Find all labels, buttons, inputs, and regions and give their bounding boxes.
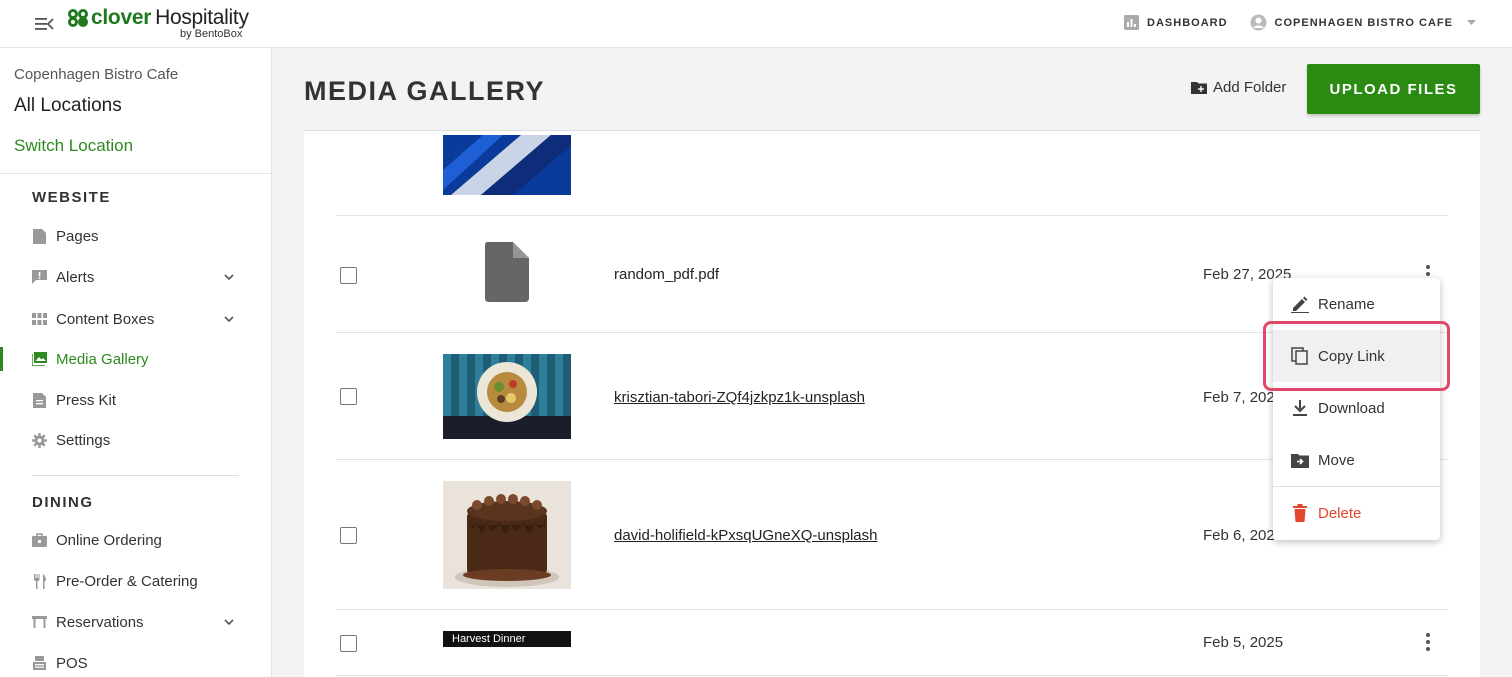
trash-icon xyxy=(1291,504,1309,522)
sidebar-item-settings[interactable]: Settings xyxy=(0,422,271,458)
sidebar-item-label: Content Boxes xyxy=(56,310,155,328)
dashboard-label: DASHBOARD xyxy=(1147,16,1228,29)
divider xyxy=(32,475,239,476)
bar-chart-icon xyxy=(1124,15,1140,30)
brand-logo[interactable]: clover Hospitality by BentoBox xyxy=(67,6,249,42)
location-scope: All Locations xyxy=(14,95,122,116)
menu-item-delete[interactable]: Delete xyxy=(1273,487,1440,539)
menu-item-download[interactable]: Download xyxy=(1273,382,1440,434)
file-date: Feb 7, 2025 xyxy=(1203,389,1284,406)
row-checkbox[interactable] xyxy=(340,635,357,652)
file-date: Feb 5, 2025 xyxy=(1203,634,1284,651)
file-row[interactable] xyxy=(336,131,1448,216)
menu-item-label: Delete xyxy=(1318,504,1362,522)
file-context-menu: Rename Copy Link Download Move Delete xyxy=(1273,278,1440,540)
menu-item-label: Download xyxy=(1318,399,1385,417)
upload-files-button[interactable]: UPLOAD FILES xyxy=(1307,64,1480,114)
sidebar-item-label: Alerts xyxy=(56,268,95,286)
sidebar-item-pages[interactable]: Pages xyxy=(0,218,271,254)
avatar-icon xyxy=(1250,14,1267,31)
clover-icon xyxy=(68,9,88,27)
download-icon xyxy=(1291,399,1309,417)
sidebar-item-label: Online Ordering xyxy=(56,531,162,549)
section-title-dining: DINING xyxy=(32,494,94,511)
page-title: MEDIA GALLERY xyxy=(304,76,545,106)
account-menu[interactable]: COPENHAGEN BISTRO CAFE xyxy=(1250,14,1476,31)
sidebar-item-reservations[interactable]: Reservations xyxy=(0,604,271,640)
sidebar-item-label: Settings xyxy=(56,431,111,449)
menu-item-rename[interactable]: Rename xyxy=(1273,278,1440,330)
sidebar-item-label: Press Kit xyxy=(56,391,117,409)
page-icon xyxy=(32,228,47,244)
folder-plus-icon xyxy=(1191,82,1207,94)
file-thumbnail[interactable] xyxy=(443,481,571,589)
add-folder-label: Add Folder xyxy=(1213,79,1287,96)
sidebar-item-online-ordering[interactable]: Online Ordering xyxy=(0,522,271,558)
sidebar-item-label: Pages xyxy=(56,227,99,245)
file-thumbnail[interactable]: Harvest Dinner xyxy=(443,631,571,647)
sidebar-item-press-kit[interactable]: Press Kit xyxy=(0,382,271,418)
more-options-icon[interactable] xyxy=(1418,632,1438,652)
menu-item-label: Move xyxy=(1318,451,1355,469)
file-icon[interactable] xyxy=(443,242,571,302)
sidebar-item-alerts[interactable]: Alerts xyxy=(0,259,271,295)
section-title-website: WEBSITE xyxy=(32,189,111,206)
pencil-icon xyxy=(1291,295,1309,313)
file-name-link[interactable]: krisztian-tabori-ZQf4jzkpz1k-unsplash xyxy=(614,389,865,406)
utensils-icon xyxy=(32,573,47,589)
chevron-down-icon xyxy=(224,619,234,626)
divider xyxy=(0,173,271,174)
brand-name: clover xyxy=(91,6,152,29)
chevron-down-icon xyxy=(224,274,234,281)
caret-down-icon xyxy=(1467,20,1476,25)
row-checkbox[interactable] xyxy=(340,388,357,405)
grid-icon xyxy=(32,312,47,327)
sidebar: Copenhagen Bistro Cafe All Locations Swi… xyxy=(0,48,272,677)
sidebar-item-label: Pre-Order & Catering xyxy=(56,572,198,590)
add-folder-button[interactable]: Add Folder xyxy=(1191,79,1286,96)
brand-suffix: Hospitality xyxy=(155,6,249,29)
file-name-link[interactable]: david-holifield-kPxsqUGneXQ-unsplash xyxy=(614,527,877,544)
table-icon xyxy=(32,615,47,630)
file-date: Feb 6, 2025 xyxy=(1203,527,1284,544)
sidebar-item-label: POS xyxy=(56,654,88,672)
file-name: random_pdf.pdf xyxy=(614,266,720,283)
chevron-down-icon xyxy=(224,316,234,323)
copy-icon xyxy=(1291,347,1309,365)
sidebar-item-label: Reservations xyxy=(56,613,144,631)
menu-item-move[interactable]: Move xyxy=(1273,434,1440,486)
gear-icon xyxy=(32,432,47,448)
row-checkbox[interactable] xyxy=(340,527,357,544)
sidebar-item-content-boxes[interactable]: Content Boxes xyxy=(0,301,271,337)
sidebar-item-pre-order-catering[interactable]: Pre-Order & Catering xyxy=(0,563,271,599)
brand-subtitle: by BentoBox xyxy=(180,28,243,40)
bag-icon xyxy=(32,533,47,548)
menu-item-copy-link[interactable]: Copy Link xyxy=(1273,330,1440,382)
top-bar: clover Hospitality by BentoBox DASHBOARD… xyxy=(0,0,1512,48)
sidebar-item-media-gallery[interactable]: Media Gallery xyxy=(0,341,271,377)
sidebar-item-label: Media Gallery xyxy=(56,350,149,368)
thumbnail-text: Harvest Dinner xyxy=(452,633,526,645)
register-icon xyxy=(32,656,47,671)
switch-location-link[interactable]: Switch Location xyxy=(14,136,133,156)
sidebar-item-pos[interactable]: POS xyxy=(0,645,271,677)
folder-move-icon xyxy=(1291,451,1309,469)
dashboard-link[interactable]: DASHBOARD xyxy=(1124,15,1228,30)
file-row[interactable]: Harvest Dinner Feb 5, 2025 xyxy=(336,610,1448,676)
row-checkbox[interactable] xyxy=(340,267,357,284)
location-name: Copenhagen Bistro Cafe xyxy=(14,66,179,83)
file-thumbnail[interactable] xyxy=(443,354,571,439)
image-icon xyxy=(32,352,47,367)
alert-icon xyxy=(32,270,47,285)
document-icon xyxy=(32,392,47,408)
menu-item-label: Copy Link xyxy=(1318,347,1385,365)
account-label: COPENHAGEN BISTRO CAFE xyxy=(1274,16,1453,29)
file-thumbnail[interactable] xyxy=(443,135,571,195)
menu-item-label: Rename xyxy=(1318,295,1375,313)
menu-collapse-icon[interactable] xyxy=(34,14,54,34)
